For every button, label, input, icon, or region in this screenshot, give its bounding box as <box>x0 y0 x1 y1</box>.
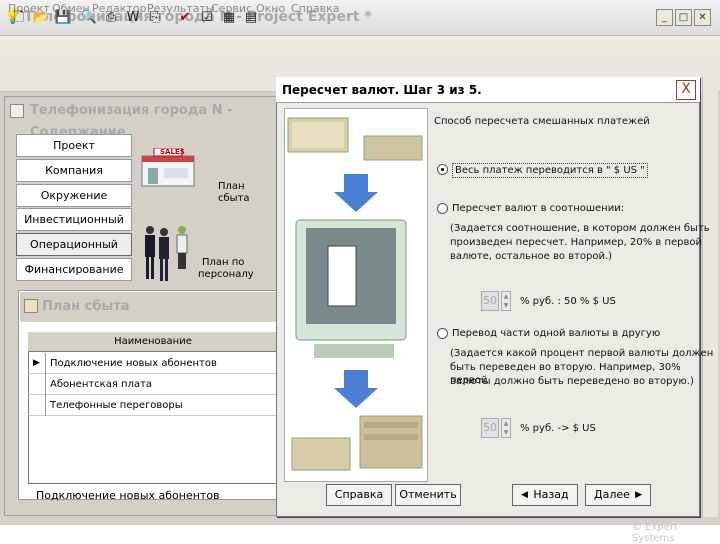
export-icon[interactable]: ⎘ <box>146 9 164 27</box>
banknotes-bottom-image <box>291 415 423 471</box>
computer-monitor-image <box>295 219 407 358</box>
preview-icon[interactable]: 🔍 <box>80 9 98 27</box>
partial-spin-arrows-icon[interactable]: ▲ ▼ <box>501 418 511 438</box>
status-bar <box>0 525 720 540</box>
sales-sign: SALES <box>160 148 185 156</box>
row-label: Телефонные переговоры <box>50 400 183 411</box>
row-label: Подключение новых абонентов <box>50 358 217 369</box>
option-ratio-desc-3: валюте, остальное во второй.) <box>450 251 613 262</box>
minimize-button[interactable]: _ <box>656 9 673 26</box>
currency-illustration <box>287 117 423 471</box>
menu-bar <box>0 36 720 56</box>
close-button[interactable]: ✕ <box>694 9 711 26</box>
option-full-conversion-label[interactable]: Весь платеж переводится в " $ US " <box>452 163 648 178</box>
ratio-spin-arrows-icon[interactable]: ▲ ▼ <box>501 291 511 311</box>
menu-window[interactable]: Окно <box>256 2 285 15</box>
nav-investment-plan[interactable]: Инвестиционный план <box>16 208 132 247</box>
plan-staff-line1[interactable]: План по <box>202 258 244 268</box>
row-label: Абонентская плата <box>50 379 153 390</box>
open-folder-icon[interactable]: 📂 <box>32 9 50 27</box>
selected-item-label: Подключение новых абонентов <box>36 489 220 502</box>
option-full-conversion-radio[interactable] <box>437 164 448 175</box>
word-icon[interactable]: W <box>124 9 142 27</box>
option-ratio-radio[interactable] <box>437 203 448 214</box>
banknotes-top-image <box>287 117 423 161</box>
cancel-button[interactable]: Отменить <box>395 484 461 506</box>
help-button[interactable]: Справка <box>326 484 392 506</box>
nav-operational-plan[interactable]: Операционный план <box>16 233 132 272</box>
nav-company[interactable]: Компания <box>16 159 132 182</box>
group-label: Способ пересчета смешанных платежей <box>434 116 650 127</box>
save-icon[interactable]: 💾 <box>54 9 72 27</box>
nav-environment[interactable]: Окружение <box>16 184 132 207</box>
table-row[interactable]: Телефонные переговоры <box>28 395 280 416</box>
column-header-name[interactable]: Наименование <box>48 336 258 347</box>
option-ratio-desc-1: (Задается соотношение, в котором должен … <box>450 223 710 234</box>
scrollbar[interactable] <box>702 77 718 517</box>
back-arrow-icon: ◀ <box>521 490 528 500</box>
row-selector-icon: ▶ <box>28 353 46 374</box>
nav-project[interactable]: Проект <box>16 134 132 157</box>
ratio-percent-input[interactable]: 50 <box>481 291 499 311</box>
staff-people-illustration[interactable] <box>140 222 196 284</box>
option-partial-desc-3: валюты должно быть переведено во вторую.… <box>450 376 694 387</box>
checklist-icon[interactable]: ☑ <box>198 9 216 27</box>
copyright: © Expert Systems <box>632 522 678 544</box>
next-label: Далее <box>594 488 630 501</box>
print-icon[interactable]: ⎙ <box>102 9 120 27</box>
dialog-title: Пересчет валют. Шаг 3 из 5. <box>282 83 482 97</box>
partial-percent-input[interactable]: 50 <box>481 418 499 438</box>
nav-financing[interactable]: Финансирование <box>16 258 132 281</box>
partial-suffix: % руб. -> $ US <box>520 423 596 434</box>
back-button[interactable]: ◀ Назад <box>512 484 578 506</box>
check-icon[interactable]: ✔ <box>176 9 194 27</box>
report-icon[interactable]: ▤ <box>242 9 260 27</box>
dialog-close-button[interactable]: X <box>676 80 696 100</box>
plan-staff-line2[interactable]: персоналу <box>198 270 254 280</box>
maximize-button[interactable]: □ <box>675 9 692 26</box>
ratio-suffix: % руб. : 50 % $ US <box>520 296 616 307</box>
back-label: Назад <box>533 488 569 501</box>
calculator-icon[interactable]: ▦ <box>220 9 238 27</box>
option-ratio-desc-2: произведен пересчет. Например, 20% в пер… <box>450 237 703 248</box>
contents-window-icon <box>10 104 24 118</box>
sales-plan-title: План сбыта <box>20 292 278 322</box>
plan-sales-line2[interactable]: сбыта <box>218 194 250 204</box>
menu-help[interactable]: Справка <box>291 2 339 15</box>
next-button[interactable]: Далее ▶ <box>585 484 651 506</box>
option-partial-desc-1: (Задается какой процент первой валюты до… <box>450 348 714 359</box>
option-partial-label[interactable]: Перевод части одной валюты в другую <box>452 327 660 340</box>
next-arrow-icon: ▶ <box>635 490 642 500</box>
table-row[interactable]: ▶ Подключение новых абонентов <box>28 353 280 374</box>
table-row[interactable]: Абонентская плата <box>28 374 280 395</box>
option-ratio-label[interactable]: Пересчет валют в соотношении: <box>452 202 624 215</box>
option-partial-radio[interactable] <box>437 328 448 339</box>
plan-sales-line1[interactable]: План <box>218 182 245 192</box>
sales-plan-icon <box>24 299 38 313</box>
new-file-icon[interactable]: 🗋 <box>10 9 28 27</box>
contents-title: Телефонизация города N - Содержание <box>30 103 233 140</box>
